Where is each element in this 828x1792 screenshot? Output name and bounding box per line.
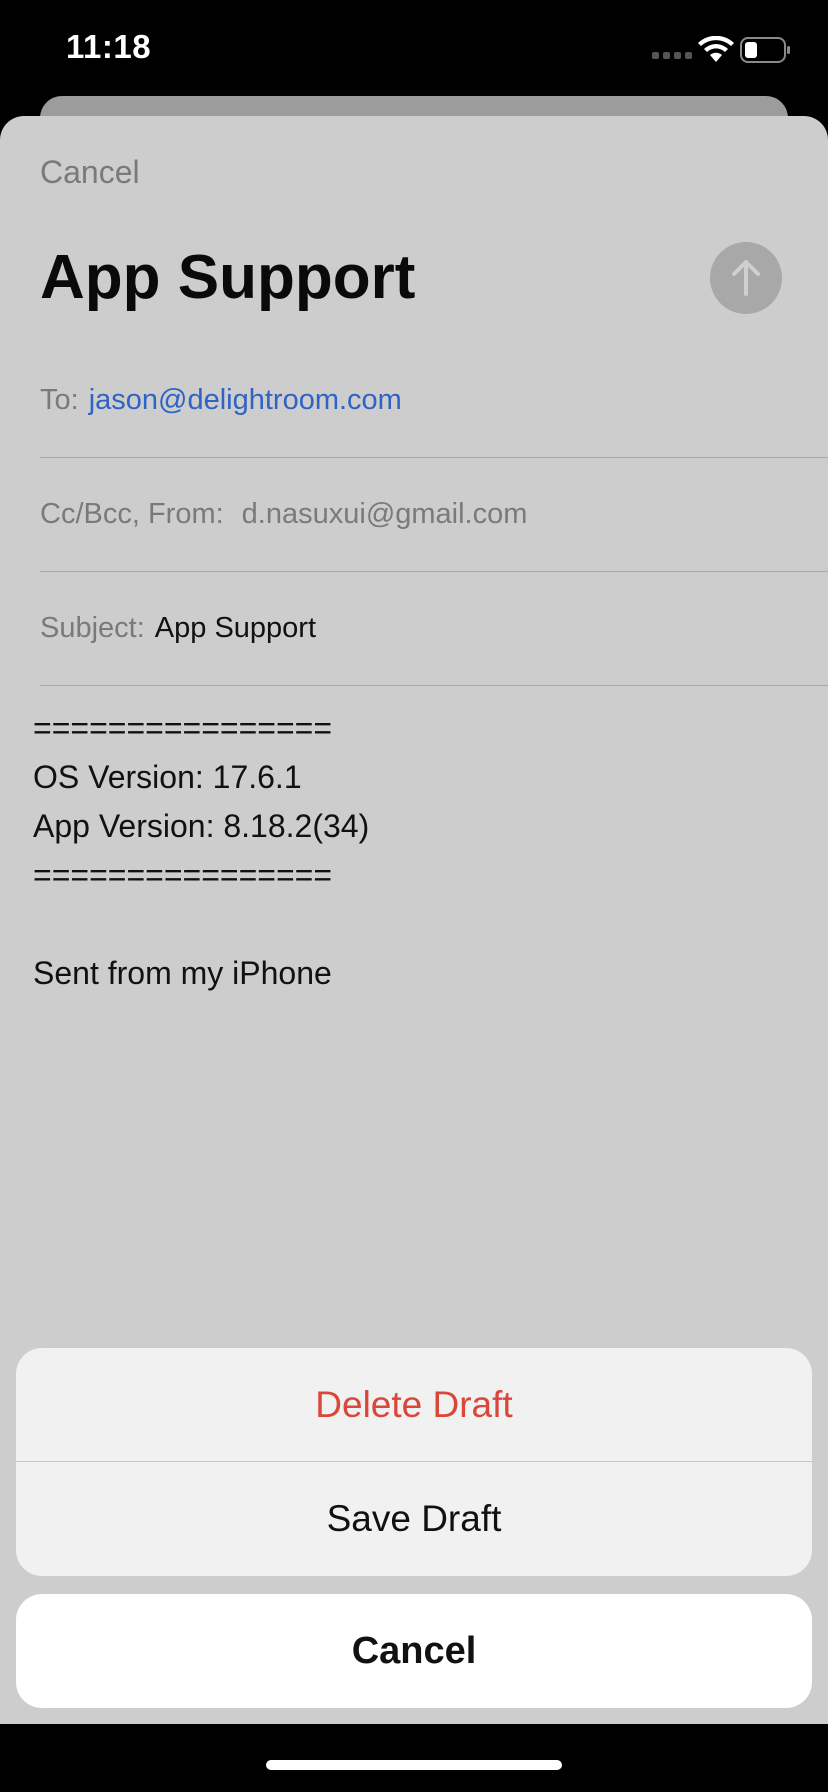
status-bar: 11:18 — [0, 0, 828, 100]
to-label: To: — [40, 384, 79, 416]
action-sheet: Delete Draft Save Draft — [16, 1348, 812, 1576]
ccbcc-from-label: Cc/Bcc, From: — [40, 498, 224, 530]
send-button[interactable] — [710, 242, 782, 314]
arrow-up-icon — [732, 260, 760, 296]
body-line: ================ — [33, 857, 332, 893]
wifi-icon — [698, 36, 734, 62]
battery-icon — [740, 37, 790, 63]
status-time: 11:18 — [66, 28, 152, 65]
subject-field[interactable]: Subject: App Support — [40, 572, 828, 686]
action-sheet-cancel-button[interactable]: Cancel — [16, 1594, 812, 1708]
body-line: OS Version: 17.6.1 — [33, 759, 302, 795]
ccbcc-from-field[interactable]: Cc/Bcc, From: d.nasuxui@gmail.com — [40, 458, 828, 572]
to-field[interactable]: To: jason@delightroom.com — [40, 344, 828, 458]
from-address[interactable]: d.nasuxui@gmail.com — [242, 498, 528, 531]
subject-value[interactable]: App Support — [155, 612, 316, 645]
home-indicator[interactable] — [266, 1760, 562, 1770]
subject-label: Subject: — [40, 612, 145, 644]
compose-title: App Support — [40, 243, 416, 312]
to-recipient[interactable]: jason@delightroom.com — [89, 384, 402, 417]
body-line: ================ — [33, 710, 332, 746]
delete-draft-button[interactable]: Delete Draft — [16, 1348, 812, 1462]
body-line: Sent from my iPhone — [33, 955, 332, 991]
body-line: App Version: 8.18.2(34) — [33, 808, 370, 844]
signal-icon — [652, 52, 692, 59]
save-draft-button[interactable]: Save Draft — [16, 1462, 812, 1576]
screen: 11:18 Cancel App Support To: jason@delig… — [0, 0, 828, 1792]
body-line-blank — [33, 900, 369, 949]
compose-cancel-button[interactable]: Cancel — [40, 154, 140, 191]
message-body[interactable]: ================ OS Version: 17.6.1 App … — [33, 704, 369, 998]
